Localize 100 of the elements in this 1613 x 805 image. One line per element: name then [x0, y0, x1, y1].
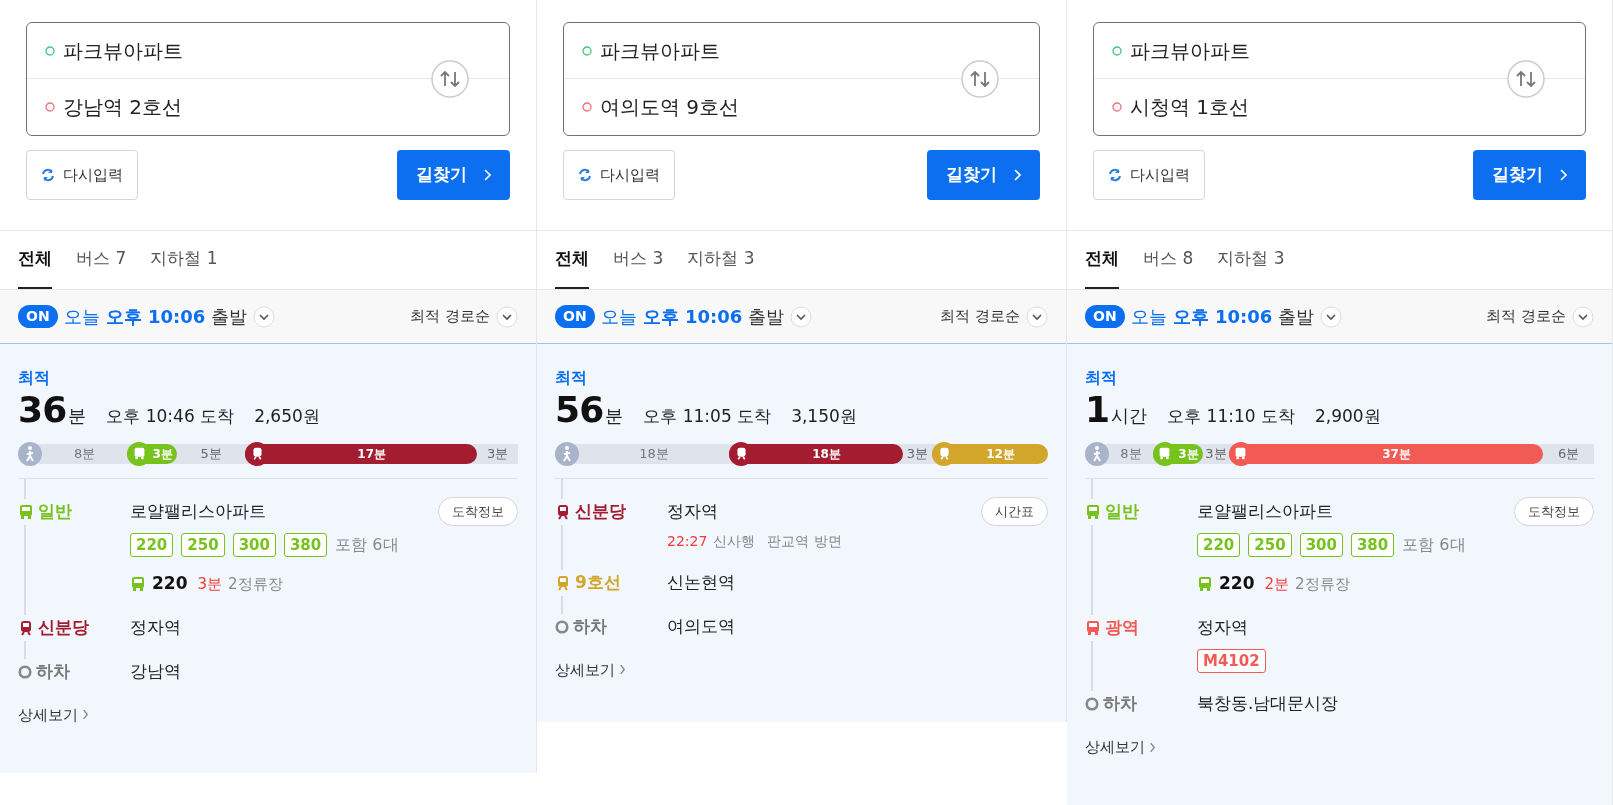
segment-duration: 3분: [151, 445, 174, 463]
walking-person-icon: [555, 441, 579, 466]
departure-day: 오늘: [600, 303, 637, 330]
arrival-info-button[interactable]: 도착정보: [1514, 496, 1594, 527]
segment-duration: 3분: [1177, 445, 1200, 463]
refresh-icon: [578, 168, 592, 182]
duration-unit: 분: [68, 404, 87, 428]
train-direction: 판교역 방면: [767, 531, 842, 551]
route-tab[interactable]: 버스 3: [613, 231, 664, 289]
chevron-right-icon: [483, 169, 491, 181]
sort-option[interactable]: 최적 경로순: [1486, 305, 1566, 328]
bus-icon: [18, 503, 34, 520]
chevron-right-icon: [1149, 741, 1156, 753]
start-marker-icon: [1112, 45, 1122, 56]
on-toggle[interactable]: ON: [1085, 305, 1125, 328]
bus-icon: [1197, 575, 1213, 592]
segment-duration: 8분: [72, 444, 97, 463]
route-type-label: 신분당: [38, 615, 89, 639]
details-link[interactable]: 상세보기: [1085, 736, 1156, 759]
arrival-info-button[interactable]: 시간표: [981, 496, 1048, 527]
segment-duration: 18분: [638, 444, 670, 463]
fare: 2,650원: [254, 405, 320, 428]
origin-field[interactable]: 파크뷰아파트: [600, 35, 720, 66]
train-destination: 신사행: [713, 531, 756, 551]
route-tab[interactable]: 지하철 1: [150, 231, 218, 289]
reset-button[interactable]: 다시입력: [563, 150, 675, 200]
chevron-down-icon[interactable]: [1320, 305, 1343, 328]
duration-unit: 분: [605, 404, 624, 428]
origin-field[interactable]: 파크뷰아파트: [1130, 35, 1250, 66]
route-tab[interactable]: 지하철 3: [687, 231, 755, 289]
destination-field[interactable]: 강남역 2호선: [63, 92, 183, 122]
stop-marker-icon: [555, 619, 569, 634]
bus-number-tag: 220: [130, 532, 174, 557]
arrival-eta: 3분: [197, 573, 223, 595]
sort-option[interactable]: 최적 경로순: [940, 305, 1020, 328]
start-marker-icon: [45, 45, 55, 56]
best-route-tag: 최적: [18, 366, 518, 390]
bus-number-tag: 300: [1299, 532, 1343, 557]
best-route-tag: 최적: [1085, 366, 1594, 390]
chevron-right-icon: [1559, 169, 1567, 181]
details-link[interactable]: 상세보기: [555, 658, 626, 681]
arrival-time: 오후 10:46 도착: [106, 405, 235, 428]
swap-icon[interactable]: [1507, 60, 1545, 98]
route-type-label: 광역: [1105, 615, 1139, 639]
bus-number-tag: 250: [181, 532, 225, 557]
chevron-down-icon[interactable]: [1572, 305, 1594, 328]
route-tab[interactable]: 버스 8: [1143, 231, 1194, 289]
segment-duration: 12분: [985, 445, 1016, 463]
arrival-time: 오후 11:10 도착: [1167, 405, 1295, 428]
origin-field[interactable]: 파크뷰아파트: [63, 35, 183, 66]
duration-unit: 시간: [1111, 404, 1148, 428]
departure-time: 오후 10:06: [642, 305, 743, 329]
bus-icon: [1085, 619, 1101, 636]
departure-day: 오늘: [63, 303, 100, 330]
reset-button[interactable]: 다시입력: [26, 150, 138, 200]
chevron-down-icon[interactable]: [496, 305, 518, 328]
arrival-info-button[interactable]: 도착정보: [438, 496, 518, 527]
on-toggle[interactable]: ON: [18, 305, 58, 328]
segment-duration: 37분: [1381, 445, 1412, 463]
route-tab[interactable]: 버스 7: [76, 231, 127, 289]
departure-day: 오늘: [1130, 303, 1167, 330]
arrival-eta: 2분: [1264, 573, 1290, 595]
duration-value: 56: [555, 392, 604, 428]
destination-field[interactable]: 여의도역 9호선: [600, 92, 740, 122]
route-type-label: 9호선: [575, 570, 621, 594]
best-route-tag: 최적: [555, 366, 1048, 390]
search-button[interactable]: 길찾기: [1473, 150, 1586, 200]
reset-button[interactable]: 다시입력: [1093, 150, 1205, 200]
end-marker-icon: [1112, 102, 1122, 112]
departure-time: 22:27: [667, 531, 708, 551]
sort-option[interactable]: 최적 경로순: [410, 305, 490, 328]
walking-person-icon: [1085, 441, 1109, 466]
chevron-right-icon: [82, 709, 89, 721]
search-button[interactable]: 길찾기: [397, 150, 510, 200]
swap-icon[interactable]: [431, 60, 469, 98]
train-icon: [555, 503, 571, 520]
chevron-down-icon[interactable]: [790, 305, 813, 328]
details-link[interactable]: 상세보기: [18, 703, 89, 726]
chevron-right-icon: [1013, 169, 1021, 181]
departure-time: 오후 10:06: [1172, 305, 1273, 329]
on-toggle[interactable]: ON: [555, 305, 595, 328]
chevron-down-icon[interactable]: [253, 305, 276, 328]
route-tab[interactable]: 지하철 3: [1217, 231, 1285, 289]
destination-field[interactable]: 시청역 1호선: [1130, 92, 1250, 122]
duration-value: 1: [1085, 392, 1110, 428]
station-name: 로얄팰리스아파트: [1197, 499, 1333, 523]
fare: 3,150원: [791, 405, 857, 428]
start-marker-icon: [582, 45, 592, 56]
chevron-down-icon[interactable]: [1026, 305, 1048, 328]
search-button[interactable]: 길찾기: [927, 150, 1040, 200]
end-marker-icon: [582, 102, 592, 112]
route-type-label: 신분당: [575, 499, 626, 523]
bus-number-tag: M4102: [1197, 648, 1266, 673]
swap-icon[interactable]: [961, 60, 999, 98]
bus-count-note: 포함 6대: [1402, 533, 1466, 556]
departure-label: 출발: [211, 305, 248, 329]
stops-remaining: 2정류장: [1295, 573, 1350, 595]
bus-number: 220: [152, 572, 188, 595]
bus-icon: [130, 575, 146, 592]
bus-number: 220: [1219, 572, 1255, 595]
